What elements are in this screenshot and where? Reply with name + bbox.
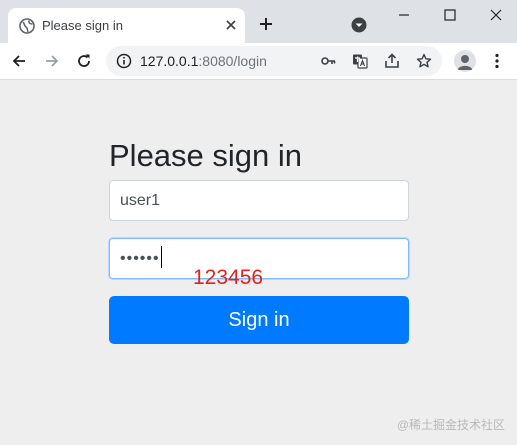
url-path: :8080/login [198, 53, 267, 69]
username-value: user1 [120, 192, 161, 209]
profile-button[interactable] [454, 50, 476, 72]
maximize-icon[interactable] [441, 6, 459, 24]
password-annotation: 123456 [193, 266, 264, 289]
star-icon[interactable] [416, 53, 432, 69]
password-value: •••••• [120, 250, 160, 267]
tab-strip: Please sign in [0, 0, 517, 43]
share-icon[interactable] [384, 53, 400, 69]
browser-tab[interactable]: Please sign in [8, 8, 245, 43]
key-icon[interactable] [320, 53, 336, 69]
close-icon[interactable] [223, 17, 239, 33]
arrow-left-icon[interactable] [10, 52, 28, 70]
tab-title: Please sign in [42, 18, 123, 33]
chevron-down-icon[interactable] [351, 17, 367, 33]
reload-icon[interactable] [75, 52, 93, 70]
minimize-icon[interactable] [395, 6, 413, 24]
url-host: 127.0.0.1 [140, 53, 199, 69]
watermark: @稀土掘金技术社区 [396, 418, 505, 432]
username-input[interactable]: user1 [109, 180, 409, 221]
info-icon[interactable] [116, 53, 132, 69]
kebab-menu-icon[interactable] [488, 52, 506, 70]
window-close-icon[interactable] [487, 6, 505, 24]
browser-toolbar: 127.0.0.1:8080/login [0, 43, 517, 80]
globe-icon [19, 18, 35, 34]
plus-icon[interactable] [257, 15, 275, 33]
page-title: Please sign in [109, 138, 303, 173]
translate-icon[interactable] [352, 53, 368, 69]
url-text: 127.0.0.1:8080/login [140, 53, 267, 69]
page-content: Please sign in user1 •••••• 123456 Sign … [0, 80, 517, 445]
text-cursor [160, 245, 162, 268]
address-bar[interactable]: 127.0.0.1:8080/login [106, 46, 442, 76]
sign-in-button[interactable]: Sign in [109, 296, 409, 344]
avatar-icon [457, 55, 473, 70]
arrow-right-icon[interactable] [43, 52, 61, 70]
